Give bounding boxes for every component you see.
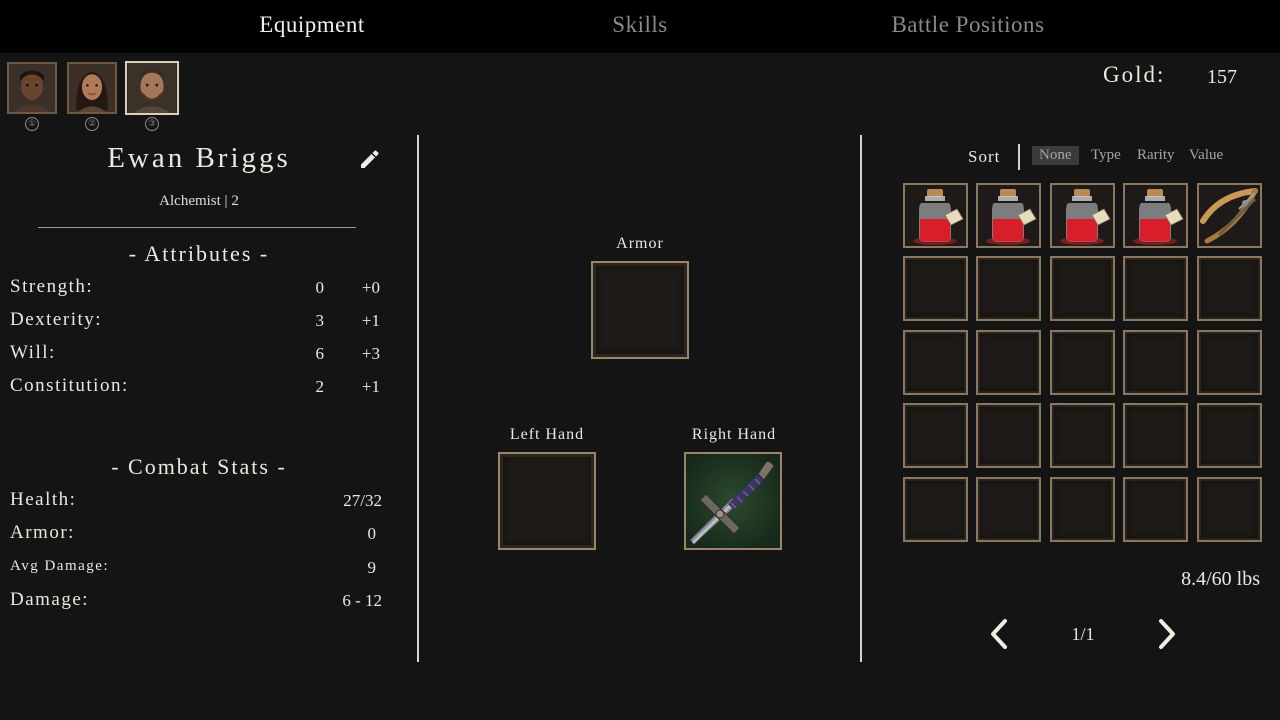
name-divider [38,227,356,228]
divider-right [860,135,862,662]
attr-constitution-modifier: +1 [361,377,380,396]
right-hand-slot-label: Right Hand [691,426,777,443]
inventory-slot-18[interactable] [1050,403,1115,468]
inventory-slot-19[interactable] [1123,403,1188,468]
attr-dexterity-value: 3 [315,311,325,330]
sort-option-rarity[interactable]: Rarity [1137,147,1175,164]
combat-avg-damage-label: Avg Damage: [10,558,110,574]
inventory-slot-7[interactable] [976,256,1041,321]
inventory-slot-2[interactable] [976,183,1041,248]
left-hand-slot-label: Left Hand [509,426,585,443]
combat-stats-title: - Combat Stats - [111,454,287,479]
attr-will-label: Will: [10,342,56,363]
health-potion-icon [978,185,1039,246]
combat-health-value: 27/32 [343,491,382,510]
attr-constitution-label: Constitution: [10,375,129,396]
sort-label: Sort [968,147,1001,166]
inventory-slot-8[interactable] [1050,256,1115,321]
page-indicator: 1/1 [1071,624,1095,644]
top-tab-bar: Equipment Skills Battle Positions [0,0,1280,53]
inventory-slot-1[interactable] [903,183,968,248]
inventory-slot-4[interactable] [1123,183,1188,248]
sort-option-value[interactable]: Value [1189,147,1223,164]
inventory-slot-25[interactable] [1197,477,1262,542]
armor-slot-label: Armor [616,235,664,252]
armor-slot[interactable] [591,261,689,359]
inventory-slot-24[interactable] [1123,477,1188,542]
combat-avg-damage-value: 9 [367,558,377,577]
inventory-slot-6[interactable] [903,256,968,321]
attr-strength-modifier: +0 [361,278,380,297]
portrait-icon [69,64,115,112]
divider-left [417,135,419,662]
attr-constitution-value: 2 [315,377,325,396]
health-potion-icon [1052,185,1113,246]
character-name: Ewan Briggs [107,142,291,174]
sort-separator [1018,144,1020,170]
chevron-left-icon [991,619,1007,649]
carry-weight: 8.4/60 lbs [1181,568,1260,590]
inventory-slot-12[interactable] [976,330,1041,395]
combat-health-label: Health: [10,489,77,510]
attr-strength-value: 0 [315,278,325,297]
next-page-button[interactable] [1155,617,1179,651]
inventory-slot-23[interactable] [1050,477,1115,542]
gold-label: Gold: [1103,62,1166,87]
edit-pencil-icon[interactable] [358,147,382,171]
right-hand-slot[interactable] [684,452,782,550]
prev-page-button[interactable] [987,617,1011,651]
inventory-slot-15[interactable] [1197,330,1262,395]
inventory-slot-3[interactable] [1050,183,1115,248]
sort-option-type[interactable]: Type [1091,147,1121,164]
inventory-slot-17[interactable] [976,403,1041,468]
tab-battle-positions[interactable]: Battle Positions [818,12,1118,38]
inventory-slot-21[interactable] [903,477,968,542]
health-potion-icon [1125,185,1186,246]
gold-value: 157 [1207,66,1237,88]
crossbow-icon [1199,185,1260,246]
inventory-slot-16[interactable] [903,403,968,468]
inventory-slot-9[interactable] [1123,256,1188,321]
attr-will-modifier: +3 [361,344,380,363]
attr-dexterity-modifier: +1 [361,311,380,330]
party-number-3: ③ [145,117,159,131]
inventory-slot-13[interactable] [1050,330,1115,395]
tab-skills[interactable]: Skills [490,12,790,38]
party-portrait-1[interactable] [7,62,57,114]
inventory-slot-11[interactable] [903,330,968,395]
portrait-icon [9,64,55,112]
combat-damage-label: Damage: [10,589,90,610]
party-portrait-2[interactable] [67,62,117,114]
sword-icon [686,454,780,548]
attr-dexterity-label: Dexterity: [10,309,103,330]
inventory-slot-14[interactable] [1123,330,1188,395]
tab-equipment[interactable]: Equipment [162,12,462,38]
health-potion-icon [905,185,966,246]
inventory-slot-10[interactable] [1197,256,1262,321]
character-class-level: Alchemist | 2 [159,193,239,209]
combat-damage-value: 6 - 12 [342,591,382,610]
attr-will-value: 6 [315,344,325,363]
party-number-2: ② [85,117,99,131]
combat-armor-label: Armor: [10,522,75,543]
party-portrait-3[interactable] [125,61,179,115]
inventory-slot-5[interactable] [1197,183,1262,248]
combat-armor-value: 0 [367,524,377,543]
portrait-icon [127,63,177,113]
inventory-slot-20[interactable] [1197,403,1262,468]
sort-option-none[interactable]: None [1032,146,1079,165]
left-hand-slot[interactable] [498,452,596,550]
chevron-right-icon [1159,619,1175,649]
attributes-title: - Attributes - [128,241,270,266]
party-number-1: ① [25,117,39,131]
inventory-slot-22[interactable] [976,477,1041,542]
attr-strength-label: Strength: [10,276,94,297]
